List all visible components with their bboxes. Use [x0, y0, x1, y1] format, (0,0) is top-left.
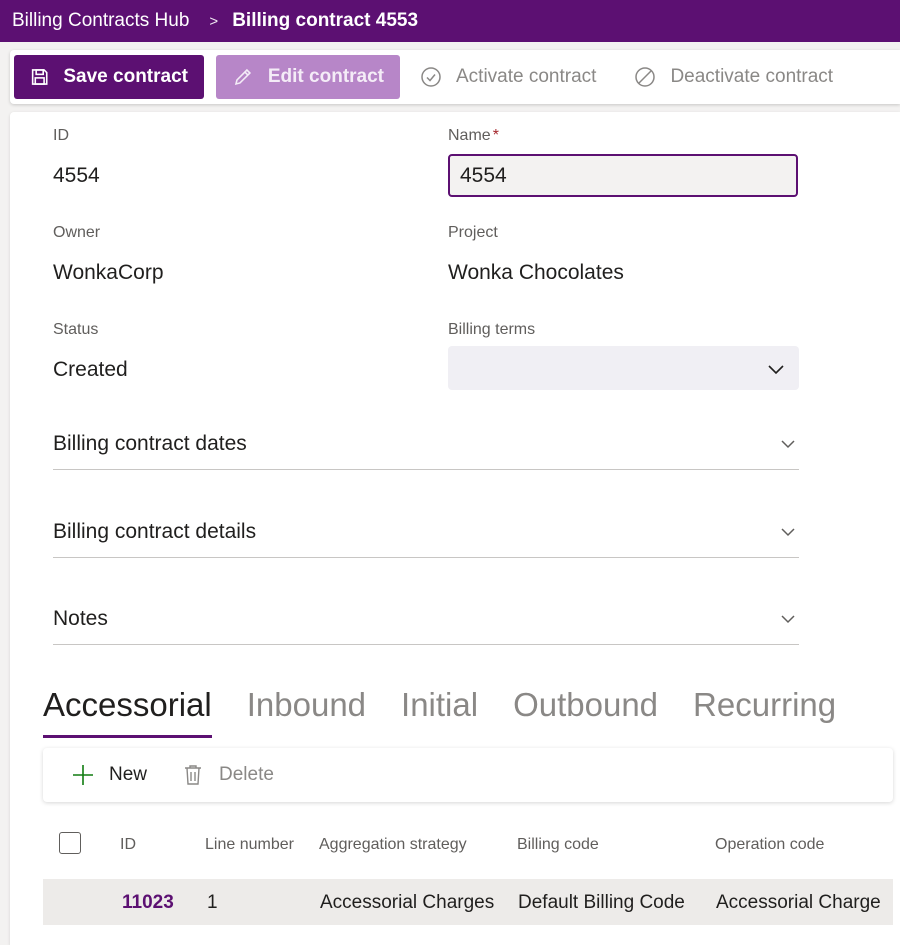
column-header-operation-code[interactable]: Operation code	[715, 836, 824, 854]
section-label: Billing contract dates	[53, 432, 247, 455]
column-header-aggregation-strategy[interactable]: Aggregation strategy	[319, 836, 467, 854]
name-label-text: Name	[448, 127, 491, 144]
status-label: Status	[53, 321, 99, 338]
tab-recurring[interactable]: Recurring	[693, 686, 836, 736]
grid-header: ID Line number Aggregation strategy Bill…	[43, 822, 893, 868]
billing-terms-label: Billing terms	[448, 321, 536, 338]
tab-list: Accessorial Inbound Initial Outbound Rec…	[43, 686, 871, 738]
activate-contract-button[interactable]: Activate contract	[412, 55, 604, 99]
save-icon	[31, 69, 48, 85]
required-indicator: *	[492, 127, 499, 144]
billing-terms-select[interactable]	[448, 346, 799, 390]
section-label: Notes	[53, 607, 108, 630]
id-label: ID	[53, 127, 69, 144]
project-value: Wonka Chocolates	[448, 261, 624, 284]
section-billing-contract-dates[interactable]: Billing contract dates	[53, 424, 799, 470]
pencil-icon	[234, 68, 252, 86]
chevron-down-icon	[781, 440, 795, 449]
column-header-line-number[interactable]: Line number	[205, 836, 294, 854]
row-line-number: 1	[207, 892, 218, 913]
trash-icon	[185, 765, 202, 785]
column-header-billing-code[interactable]: Billing code	[517, 836, 599, 854]
section-notes[interactable]: Notes	[53, 599, 799, 645]
name-input[interactable]	[448, 154, 798, 197]
delete-label: Delete	[219, 764, 274, 785]
tab-initial[interactable]: Initial	[401, 686, 478, 736]
id-value: 4554	[53, 164, 100, 187]
chevron-down-icon	[781, 615, 795, 624]
new-label: New	[109, 764, 148, 785]
owner-value: WonkaCorp	[53, 261, 164, 284]
row-aggregation-strategy: Accessorial Charges	[320, 892, 495, 913]
edit-contract-label: Edit contract	[267, 66, 384, 87]
owner-label: Owner	[53, 224, 101, 241]
section-label: Billing contract details	[53, 520, 257, 543]
edit-contract-button[interactable]: Edit contract	[216, 55, 400, 99]
save-contract-button[interactable]: Save contract	[14, 55, 204, 99]
check-circle-icon	[421, 67, 441, 87]
deactivate-contract-button[interactable]: Deactivate contract	[626, 55, 841, 99]
name-label: Name *	[448, 127, 499, 145]
breadcrumb-app[interactable]: Billing Contracts Hub	[12, 10, 189, 32]
tab-outbound[interactable]: Outbound	[513, 686, 658, 736]
save-contract-label: Save contract	[63, 66, 188, 87]
breadcrumb-current: Billing contract 4553	[232, 10, 419, 31]
tab-inbound[interactable]: Inbound	[247, 686, 366, 736]
breadcrumb-separator: >	[209, 12, 219, 30]
section-billing-contract-details[interactable]: Billing contract details	[53, 512, 799, 558]
project-label: Project	[448, 224, 498, 241]
select-all-checkbox[interactable]	[59, 832, 81, 854]
cancel-circle-icon	[635, 67, 656, 87]
column-header-id[interactable]: ID	[120, 836, 136, 854]
command-bar: Save contract Edit contract Activate con…	[10, 50, 900, 104]
plus-icon	[73, 765, 93, 785]
tab-accessorial[interactable]: Accessorial	[43, 686, 212, 738]
row-operation-code: Accessorial Charge	[716, 892, 881, 913]
new-button[interactable]: New	[71, 763, 147, 787]
delete-button[interactable]: Delete	[181, 763, 274, 787]
deactivate-contract-label: Deactivate contract	[670, 66, 834, 87]
status-value: Created	[53, 358, 128, 381]
grid-toolbar: New Delete	[43, 748, 893, 802]
chevron-down-icon	[781, 528, 795, 537]
form-panel: ID 4554 Name* Owner WonkaCorp Project Wo…	[10, 112, 900, 945]
activate-contract-label: Activate contract	[456, 66, 597, 87]
row-billing-code: Default Billing Code	[518, 892, 685, 913]
breadcrumb: Billing Contracts Hub > Billing contract…	[0, 0, 900, 42]
row-id-link[interactable]: 11023	[122, 892, 174, 914]
table-row[interactable]: 11023 1 Accessorial Charges Default Bill…	[43, 879, 893, 925]
chevron-down-icon	[768, 365, 784, 375]
